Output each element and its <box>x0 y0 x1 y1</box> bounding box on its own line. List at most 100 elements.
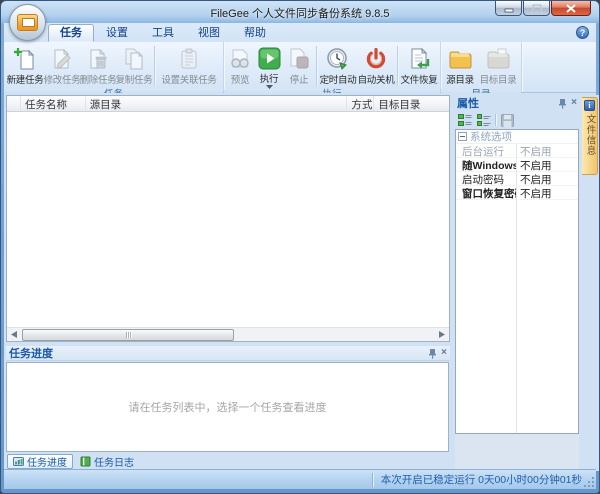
pin-icon[interactable] <box>558 98 567 109</box>
close-panel-icon[interactable]: × <box>571 98 577 108</box>
collapse-icon[interactable] <box>458 132 467 141</box>
stop-icon <box>287 46 311 71</box>
delete-task-icon <box>86 46 110 71</box>
side-tab-label: 文件信息 <box>583 114 597 156</box>
uptime-text: 本次开启已稳定运行 0天00小时00分钟01秒 <box>381 472 582 487</box>
execute-dropdown-caret[interactable] <box>266 85 273 89</box>
app-menu-orb[interactable] <box>9 4 46 41</box>
resize-grip[interactable] <box>583 476 595 488</box>
execute-button[interactable]: 执行 <box>254 43 284 89</box>
task-list-body[interactable] <box>7 112 449 327</box>
pin-icon[interactable] <box>428 348 437 359</box>
tab-settings[interactable]: 设置 <box>94 24 140 42</box>
close-icon <box>566 4 576 13</box>
ribbon-separator <box>397 46 398 86</box>
status-bar: 本次开启已稳定运行 0天00小时00分钟01秒 <box>4 469 596 489</box>
task-list-header: 任务名称 源目录 方式 目标目录 <box>7 96 449 112</box>
preview-icon <box>228 46 252 71</box>
new-task-button[interactable]: 新建任务 <box>6 43 44 89</box>
tab-help[interactable]: 帮助 <box>232 24 278 42</box>
save-properties-icon[interactable] <box>499 113 515 128</box>
status-bar-right-section: 本次开启已稳定运行 0天00小时00分钟01秒 <box>373 470 596 489</box>
task-list: 任务名称 源目录 方式 目标目录 <box>6 95 450 342</box>
property-row[interactable]: 后台运行 不启用 <box>456 144 578 158</box>
stop-button[interactable]: 停止 <box>284 43 314 89</box>
column-stub[interactable] <box>7 96 21 111</box>
tab-task-log[interactable]: 任务日志 <box>75 454 139 469</box>
property-group-row[interactable]: 系统选项 <box>456 130 578 144</box>
alphabetical-view-icon[interactable] <box>476 113 492 128</box>
property-row[interactable]: 启动密码 不启用 <box>456 172 578 186</box>
scrollbar-thumb[interactable] <box>22 329 234 341</box>
minimize-icon <box>504 4 514 13</box>
new-task-icon <box>13 46 37 71</box>
grid-column-divider[interactable] <box>516 144 517 433</box>
tab-task-progress[interactable]: 任务进度 <box>7 454 73 469</box>
schedule-auto-button[interactable]: 定时自动 <box>319 43 357 89</box>
info-icon: i <box>584 100 595 111</box>
close-panel-icon[interactable]: × <box>441 348 447 358</box>
tab-tools[interactable]: 工具 <box>140 24 186 42</box>
power-icon <box>364 46 388 71</box>
set-related-task-button[interactable]: 设置关联任务 <box>157 43 221 89</box>
properties-panel: 属性 × <box>454 95 580 471</box>
progress-panel-title: 任务进度 <box>9 345 428 361</box>
ribbon-group-execute: 预览 执行 <box>224 42 441 92</box>
property-row[interactable]: 随Windows... 不启用 <box>456 158 578 172</box>
related-task-icon <box>177 46 201 71</box>
bottom-tab-bar: 任务进度 任务日志 <box>6 453 450 470</box>
file-info-side-tab[interactable]: i 文件信息 <box>582 97 598 175</box>
maximize-button[interactable] <box>523 1 550 16</box>
ribbon-tab-bar: 任务 设置 工具 视图 帮助 ? <box>4 23 596 42</box>
horizontal-scrollbar <box>7 327 449 341</box>
modify-task-icon <box>50 46 74 71</box>
close-button[interactable] <box>551 1 591 16</box>
target-folder-icon <box>486 46 510 71</box>
modify-task-button[interactable]: 修改任务 <box>44 43 80 89</box>
auto-shutdown-button[interactable]: 自动关机 <box>357 43 395 89</box>
titlebar: FileGee 个人文件同步备份系统 9.8.5 <box>1 1 599 23</box>
status-bar-left-section <box>4 470 372 489</box>
categorized-view-icon[interactable] <box>457 113 473 128</box>
side-tab-strip: i 文件信息 <box>582 95 599 471</box>
properties-footer <box>455 434 579 469</box>
copy-task-icon <box>122 46 146 71</box>
copy-task-button[interactable]: 复制任务 <box>116 43 152 89</box>
properties-title: 属性 <box>457 95 558 111</box>
restore-icon <box>407 46 431 71</box>
execute-icon <box>258 46 281 70</box>
file-restore-button[interactable]: 文件恢复 <box>400 43 438 89</box>
filegee-logo-icon <box>17 14 38 31</box>
tab-view[interactable]: 视图 <box>186 24 232 42</box>
source-directory-button[interactable]: 源目录 <box>443 43 477 89</box>
ribbon-group-tasks: 新建任务 修改任务 <box>4 42 224 92</box>
app-window: FileGee 个人文件同步备份系统 9.8.5 任务 设置 工具 视图 帮助 … <box>0 0 600 494</box>
progress-empty-message: 请在任务列表中，选择一个任务查看进度 <box>129 399 327 415</box>
properties-header: 属性 × <box>454 95 580 111</box>
column-task-name[interactable]: 任务名称 <box>21 96 86 111</box>
progress-panel-body: 请在任务列表中，选择一个任务查看进度 <box>6 362 449 452</box>
timer-clock-icon <box>326 46 350 71</box>
scrollbar-track[interactable] <box>21 328 435 342</box>
property-row[interactable]: 窗口恢复密码 不启用 <box>456 186 578 200</box>
column-target-dir[interactable]: 目标目录 <box>374 96 449 111</box>
column-source-dir[interactable]: 源目录 <box>86 96 348 111</box>
delete-task-button[interactable]: 删除任务 <box>80 43 116 89</box>
toolbar-separator <box>495 114 496 126</box>
task-progress-icon <box>13 456 24 467</box>
properties-grid: 系统选项 后台运行 不启用 随Windows... 不启用 启动密码 不启用 窗… <box>455 129 579 434</box>
preview-button[interactable]: 预览 <box>226 43 254 89</box>
minimize-button[interactable] <box>495 1 522 16</box>
target-directory-button[interactable]: 目标目录 <box>477 43 519 89</box>
progress-panel-header: 任务进度 × <box>6 346 450 361</box>
column-method[interactable]: 方式 <box>347 96 374 111</box>
ribbon: 新建任务 修改任务 <box>4 42 596 93</box>
ribbon-group-directories: 源目录 目标目录 目录 <box>441 42 522 92</box>
scroll-right-arrow[interactable] <box>435 328 449 342</box>
help-icon[interactable]: ? <box>576 26 589 39</box>
maximize-icon <box>532 4 542 13</box>
scroll-left-arrow[interactable] <box>7 328 21 342</box>
client-area: 任务名称 源目录 方式 目标目录 <box>4 93 596 469</box>
properties-toolbar <box>454 111 580 129</box>
tab-tasks[interactable]: 任务 <box>48 24 94 42</box>
